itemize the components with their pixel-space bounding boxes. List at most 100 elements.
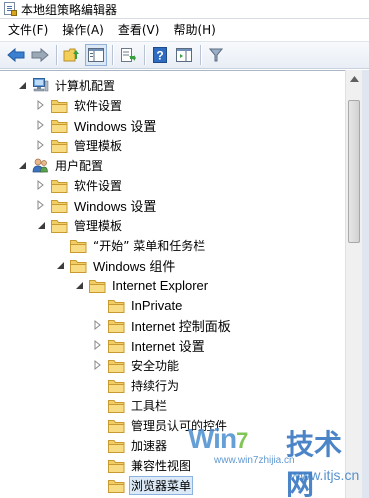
tree-node-label: 用户配置 bbox=[55, 158, 104, 173]
expanded-arrow-icon bbox=[18, 161, 26, 169]
tree-expander[interactable] bbox=[92, 359, 104, 371]
filter-icon bbox=[209, 48, 223, 62]
tree-expander[interactable] bbox=[35, 199, 47, 211]
menu-action[interactable]: 操作(A) bbox=[55, 19, 111, 41]
tree-expander[interactable] bbox=[16, 79, 28, 91]
tree-expander-spacer bbox=[54, 239, 66, 251]
collapsed-arrow-icon bbox=[37, 140, 44, 150]
tree-node[interactable]: Windows 设置 bbox=[35, 115, 158, 135]
tree-expander[interactable] bbox=[35, 179, 47, 191]
collapsed-arrow-icon bbox=[37, 100, 44, 110]
tree-node[interactable]: 软件设置 bbox=[35, 175, 124, 195]
svg-text:?: ? bbox=[156, 49, 163, 63]
tree-node-label: Windows 设置 bbox=[74, 198, 157, 214]
show-hide-tree-button[interactable] bbox=[85, 44, 107, 66]
export-list-button[interactable] bbox=[117, 44, 139, 66]
tree-node-label: Internet 控制面板 bbox=[131, 318, 231, 334]
folder-icon bbox=[108, 338, 125, 353]
tree-node[interactable]: Internet 设置 bbox=[92, 335, 207, 355]
menu-view[interactable]: 查看(V) bbox=[111, 19, 167, 41]
folder-icon bbox=[108, 318, 125, 333]
scrollbar-thumb[interactable] bbox=[348, 100, 360, 243]
tree-node[interactable]: Windows 设置 bbox=[35, 195, 158, 215]
tree-node-label: 工具栏 bbox=[131, 398, 168, 413]
tree-node[interactable]: 软件设置 bbox=[35, 95, 124, 115]
tree-expander[interactable] bbox=[16, 159, 28, 171]
tree-node[interactable]: Windows 组件 bbox=[54, 255, 177, 275]
tree-node[interactable]: 工具栏 bbox=[92, 395, 169, 415]
console-tree[interactable]: 计算机配置 软件设置 Windows 设置 管理模板 用户配置 软件设置 Windows 设… bbox=[0, 70, 345, 498]
tree-node[interactable]: 持续行为 bbox=[92, 375, 181, 395]
folder-icon bbox=[108, 298, 125, 313]
tree-node-label: 持续行为 bbox=[131, 378, 180, 393]
tree-expander-spacer bbox=[92, 459, 104, 471]
tree-expander[interactable] bbox=[54, 259, 66, 271]
tree-node[interactable]: “开始” 菜单和任务栏 bbox=[54, 235, 207, 255]
tree-expander[interactable] bbox=[35, 139, 47, 151]
tree-expander[interactable] bbox=[35, 219, 47, 231]
tree-node[interactable]: InPrivate bbox=[92, 295, 184, 315]
folder-icon bbox=[51, 178, 68, 193]
expanded-arrow-icon bbox=[56, 261, 64, 269]
tree-node-label: 软件设置 bbox=[74, 98, 123, 113]
tree-node[interactable]: 浏览器菜单 bbox=[92, 475, 194, 495]
tree-expander[interactable] bbox=[92, 319, 104, 331]
forward-button[interactable] bbox=[29, 44, 51, 66]
chevron-up-icon bbox=[349, 75, 359, 82]
expanded-arrow-icon bbox=[37, 221, 45, 229]
menu-file[interactable]: 文件(F) bbox=[0, 19, 55, 41]
scroll-up-button[interactable] bbox=[346, 70, 362, 87]
show-hide-tree-icon bbox=[88, 48, 104, 62]
tree-expander-spacer bbox=[92, 299, 104, 311]
tree-node-label: “开始” 菜单和任务栏 bbox=[93, 238, 206, 253]
tree-node[interactable]: 计算机配置 bbox=[16, 75, 117, 95]
folder-icon bbox=[51, 218, 68, 233]
tree-node[interactable]: 用户配置 bbox=[16, 155, 105, 175]
back-button[interactable] bbox=[5, 44, 27, 66]
folder-icon bbox=[108, 358, 125, 373]
tree-node-label: 计算机配置 bbox=[55, 78, 116, 93]
gpedit-app-icon bbox=[3, 2, 17, 16]
folder-icon bbox=[51, 138, 68, 153]
collapsed-arrow-icon bbox=[94, 360, 101, 370]
expanded-arrow-icon bbox=[18, 81, 26, 89]
folder-icon bbox=[108, 458, 125, 473]
tree-node[interactable]: 管理模板 bbox=[35, 135, 124, 155]
tree-expander-spacer bbox=[92, 399, 104, 411]
tree-node-label: 管理员认可的控件 bbox=[131, 418, 228, 433]
tree-node-label: Internet 设置 bbox=[131, 338, 205, 354]
tree-expander[interactable] bbox=[35, 99, 47, 111]
tree-node[interactable]: Internet Explorer bbox=[73, 275, 210, 295]
tree-node[interactable]: 加速器 bbox=[92, 435, 169, 455]
tree-node[interactable]: Internet 控制面板 bbox=[92, 315, 233, 335]
tree-node-label: 管理模板 bbox=[74, 138, 123, 153]
tree-node-label: 管理模板 bbox=[74, 218, 123, 233]
tree-node[interactable]: 管理模板 bbox=[35, 215, 124, 235]
tree-node[interactable]: 安全功能 bbox=[92, 355, 181, 375]
help-button[interactable]: ? bbox=[149, 44, 171, 66]
filter-button[interactable] bbox=[205, 44, 227, 66]
tree-node-label: 软件设置 bbox=[74, 178, 123, 193]
tree-expander-spacer bbox=[92, 419, 104, 431]
folder-icon bbox=[108, 478, 125, 493]
tree-node-label: Windows 组件 bbox=[93, 258, 176, 274]
tree-vertical-scrollbar[interactable] bbox=[345, 70, 362, 498]
toolbar-separator bbox=[56, 45, 57, 65]
menu-help[interactable]: 帮助(H) bbox=[166, 19, 222, 41]
forward-icon bbox=[31, 48, 49, 62]
tree-expander[interactable] bbox=[73, 279, 85, 291]
tree-node-label: 安全功能 bbox=[131, 358, 180, 373]
tree-expander[interactable] bbox=[92, 339, 104, 351]
title-bar: 本地组策略编辑器 bbox=[0, 0, 369, 19]
help-icon: ? bbox=[153, 47, 167, 63]
tree-node-label: Windows 设置 bbox=[74, 118, 157, 134]
toolbar-separator bbox=[144, 45, 145, 65]
properties-pane-button[interactable] bbox=[173, 44, 195, 66]
collapsed-arrow-icon bbox=[37, 180, 44, 190]
folder-icon bbox=[51, 98, 68, 113]
up-folder-button[interactable] bbox=[61, 44, 83, 66]
export-list-icon bbox=[121, 48, 136, 62]
tree-node[interactable]: 管理员认可的控件 bbox=[92, 415, 229, 435]
tree-node[interactable]: 兼容性视图 bbox=[92, 455, 193, 475]
tree-expander[interactable] bbox=[35, 119, 47, 131]
